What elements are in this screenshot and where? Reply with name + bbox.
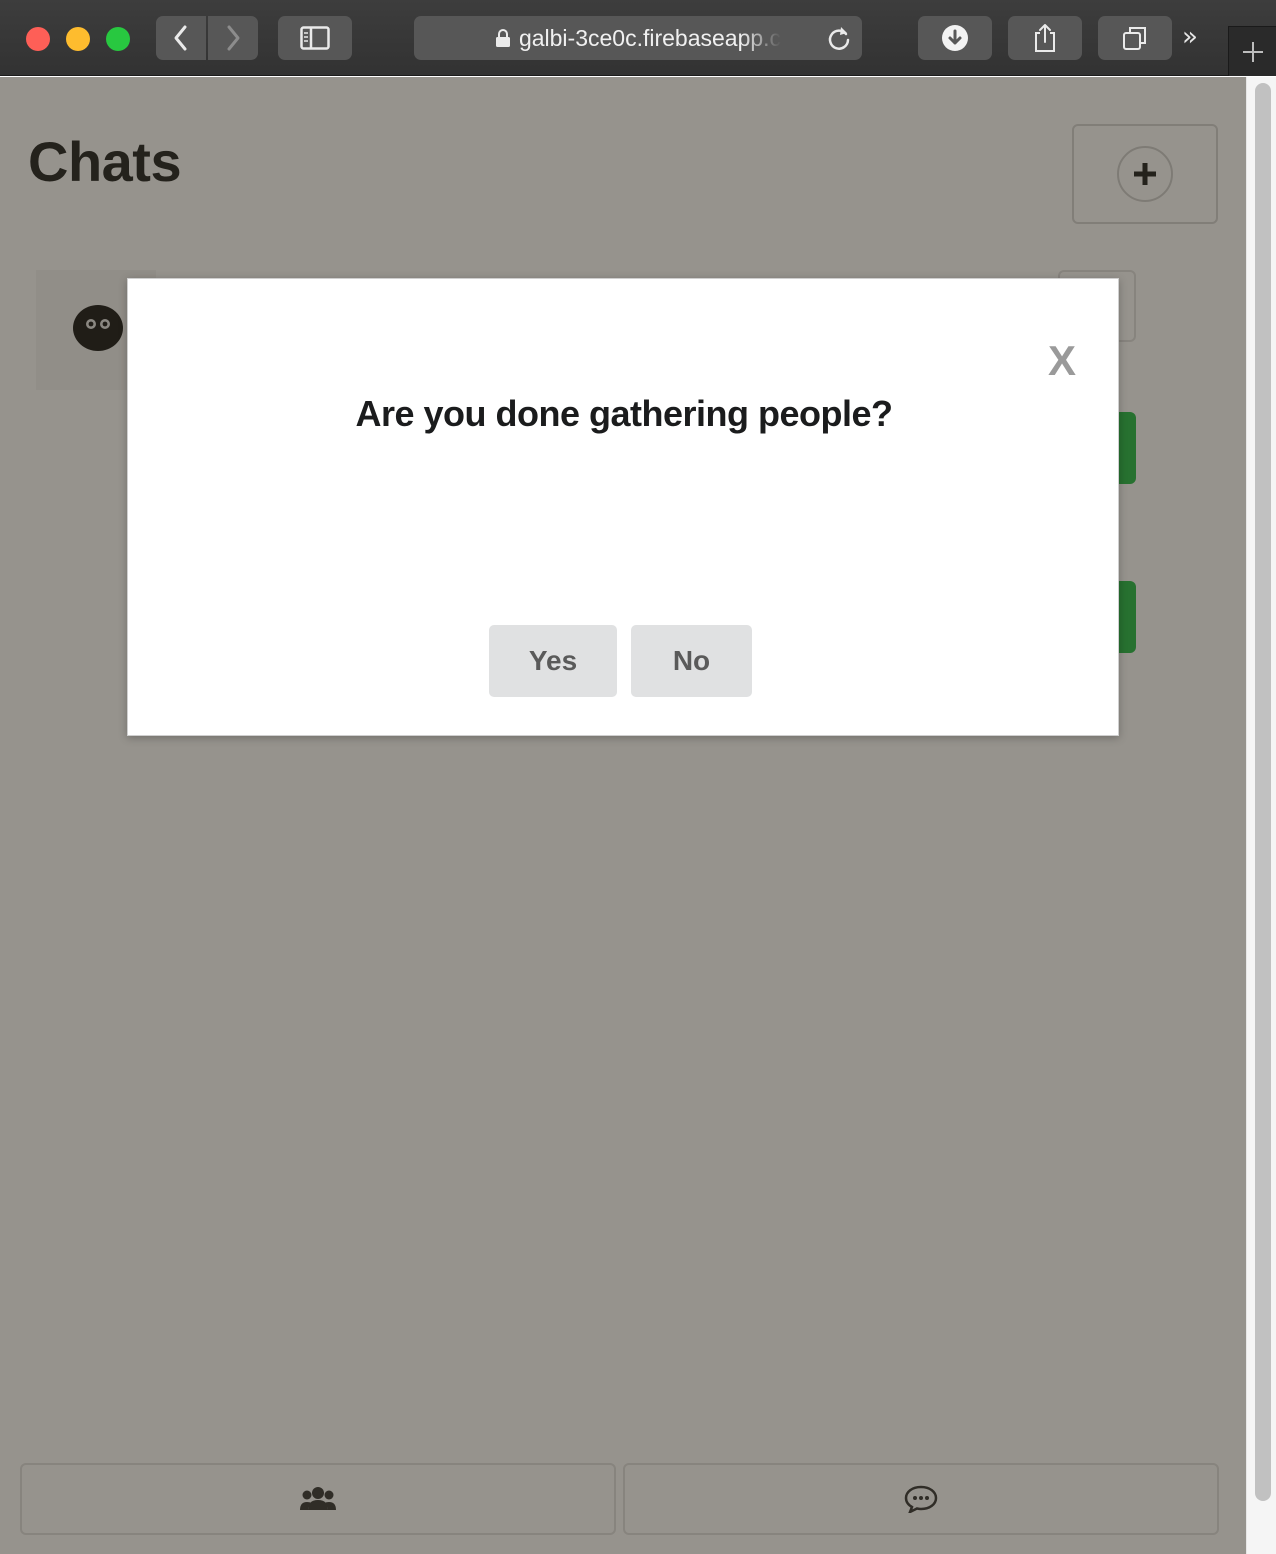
tab-overview-icon (1123, 27, 1146, 50)
lock-icon (495, 29, 510, 47)
zoom-window-button[interactable] (106, 27, 130, 51)
vertical-scrollbar[interactable] (1246, 77, 1276, 1554)
download-icon (942, 25, 968, 51)
page-content: Chats X Are you done gathering people? Y (0, 77, 1246, 1554)
tab-overview-button[interactable] (1098, 16, 1172, 60)
close-window-button[interactable] (26, 27, 50, 51)
share-icon (1035, 24, 1055, 52)
yes-button[interactable]: Yes (489, 625, 617, 697)
downloads-button[interactable] (918, 16, 992, 60)
reload-icon[interactable] (826, 24, 852, 52)
scrollbar-thumb[interactable] (1255, 83, 1271, 1501)
double-chevron-right-icon[interactable]: » (1182, 22, 1198, 52)
url-text: galbi-3ce0c.firebaseapp.c (518, 24, 782, 51)
confirm-modal: X Are you done gathering people? Yes No (127, 278, 1119, 736)
share-button[interactable] (1008, 16, 1082, 60)
sidebar-toggle-button[interactable] (278, 16, 352, 60)
new-tab-button[interactable] (1228, 26, 1276, 76)
forward-button[interactable] (208, 16, 258, 60)
plus-icon (1242, 41, 1263, 62)
modal-question: Are you done gathering people? (355, 393, 893, 434)
no-button[interactable]: No (631, 625, 752, 697)
chevron-left-icon (174, 25, 187, 51)
chevron-right-icon (227, 25, 240, 51)
minimize-window-button[interactable] (66, 27, 90, 51)
sidebar-icon (300, 26, 330, 50)
address-bar[interactable]: galbi-3ce0c.firebaseapp.c (414, 16, 862, 60)
browser-toolbar: galbi-3ce0c.firebaseapp.c » (0, 0, 1276, 76)
back-button[interactable] (156, 16, 206, 60)
close-icon[interactable]: X (1048, 337, 1076, 385)
